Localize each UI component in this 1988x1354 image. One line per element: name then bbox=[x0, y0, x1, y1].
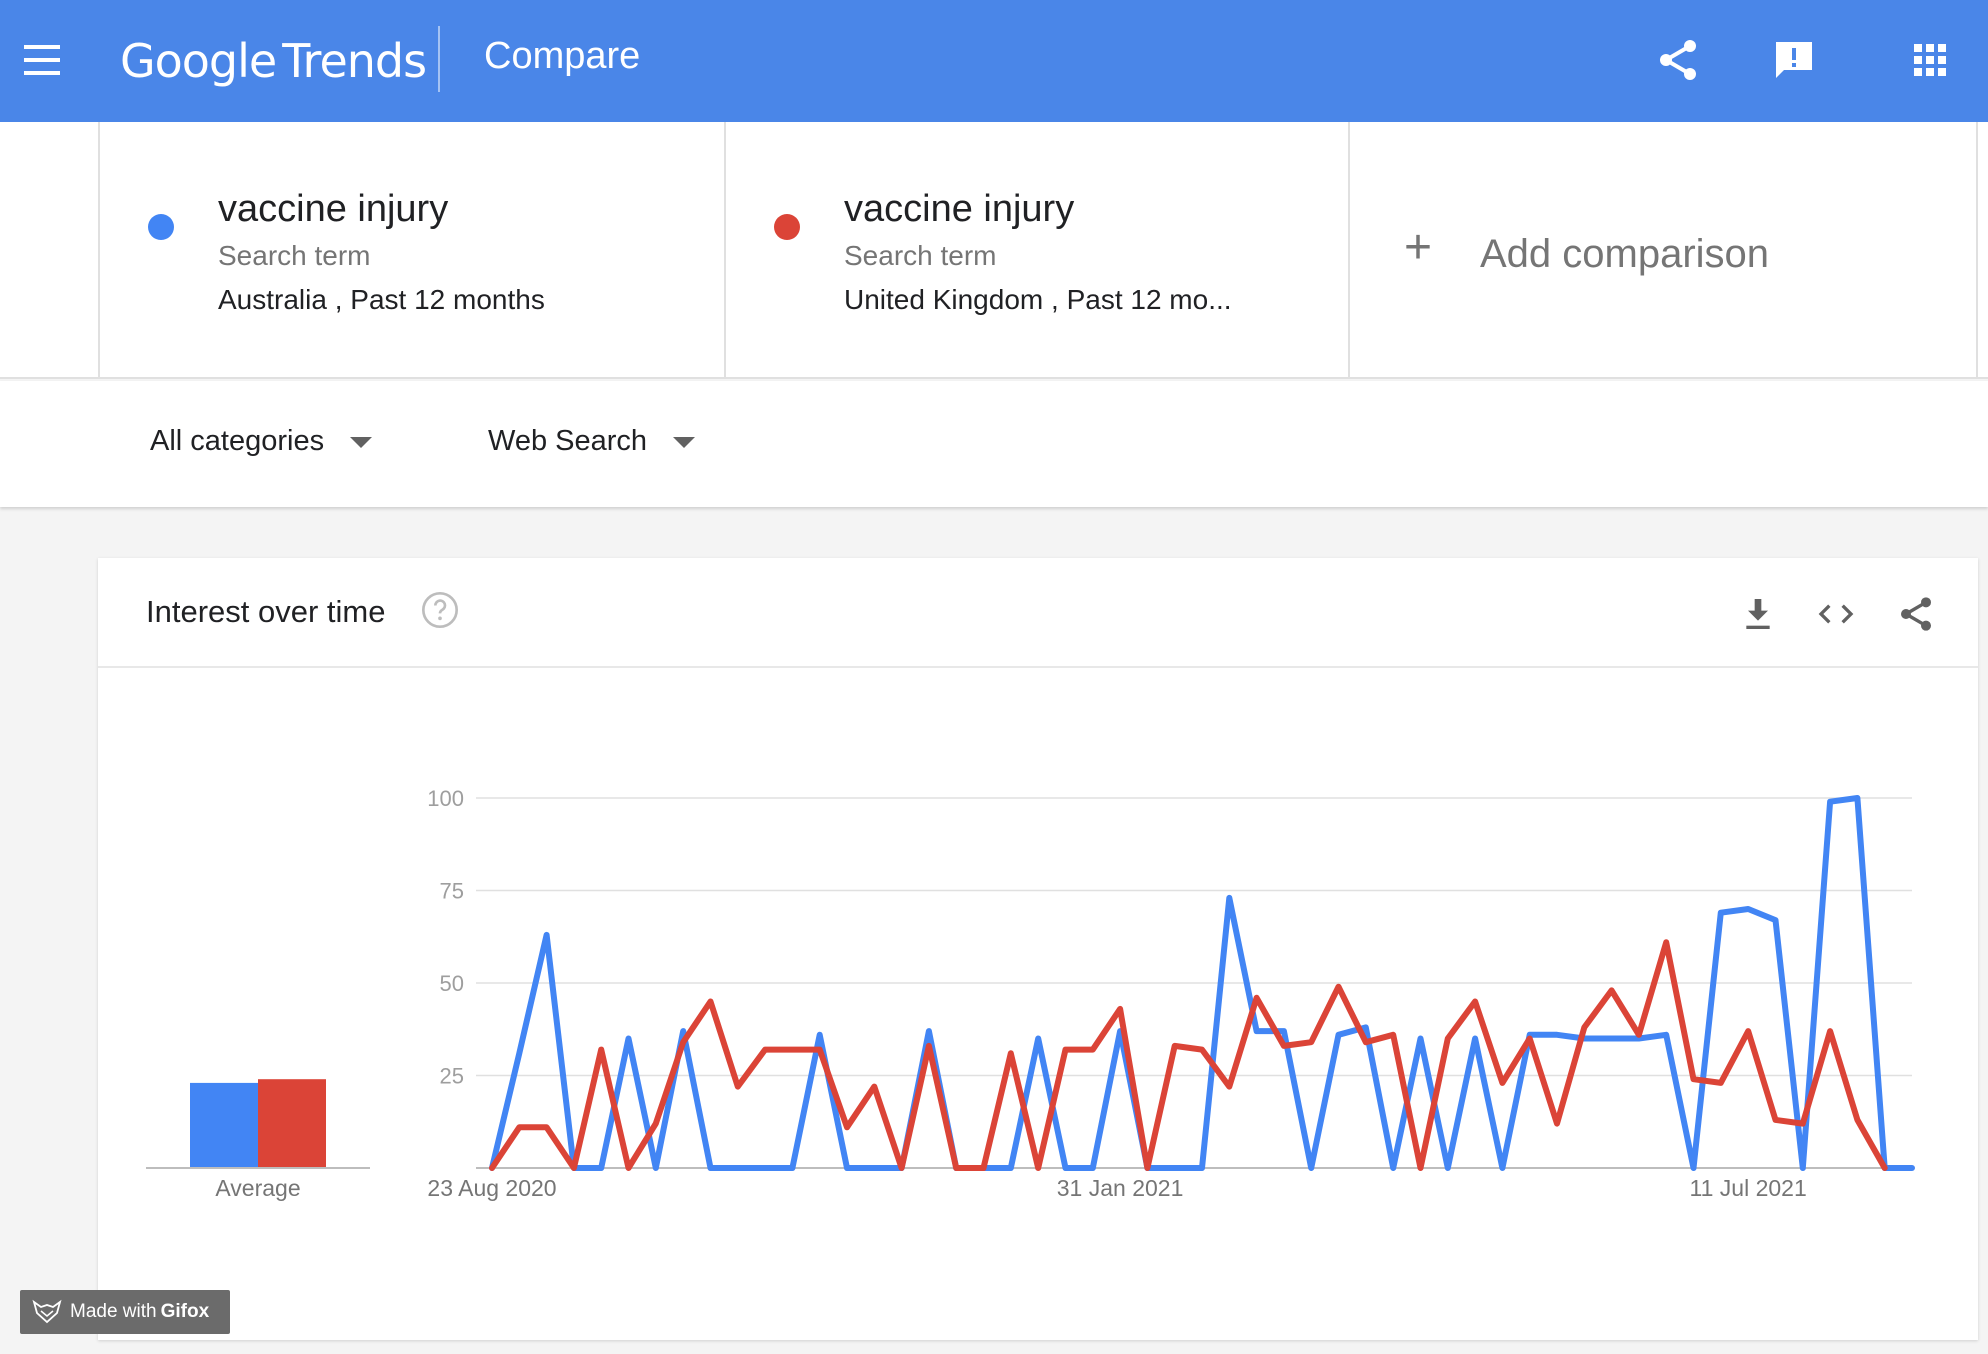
chevron-down-icon bbox=[673, 436, 696, 448]
search-type-label: Web Search bbox=[488, 425, 648, 457]
menu-icon[interactable] bbox=[20, 41, 64, 81]
embed-code-icon[interactable] bbox=[1816, 594, 1856, 634]
logo-google-text: Google bbox=[120, 34, 277, 88]
share-icon[interactable] bbox=[1654, 36, 1702, 84]
search-type-dropdown[interactable]: Web Search bbox=[488, 425, 696, 458]
term-name: vaccine injury bbox=[844, 188, 1075, 230]
watermark-prefix: Made with bbox=[70, 1301, 157, 1322]
logo-trends-text: Trends bbox=[282, 34, 427, 88]
term-card-2[interactable]: vaccine injury Search term United Kingdo… bbox=[724, 122, 1348, 379]
download-icon[interactable] bbox=[1738, 594, 1778, 634]
term-geo-time: Australia , Past 12 months bbox=[218, 284, 545, 315]
comparison-terms-bar: vaccine injury Search term Australia , P… bbox=[0, 122, 1988, 379]
widget-title: Interest over time bbox=[146, 594, 386, 629]
term-type: Search term bbox=[844, 240, 997, 271]
category-dropdown[interactable]: All categories bbox=[150, 425, 373, 458]
gifox-watermark: Made with Gifox bbox=[20, 1290, 230, 1334]
term-name: vaccine injury bbox=[218, 188, 449, 230]
term-card-1[interactable]: vaccine injury Search term Australia , P… bbox=[98, 122, 724, 379]
interest-over-time-widget: Interest over time bbox=[98, 558, 1978, 1340]
apps-grid-icon[interactable] bbox=[1906, 36, 1954, 84]
term-type: Search term bbox=[218, 240, 371, 271]
term-geo-time: United Kingdom , Past 12 mo... bbox=[844, 284, 1232, 315]
plus-icon: + bbox=[1404, 221, 1433, 274]
watermark-brand: Gifox bbox=[160, 1301, 210, 1322]
add-comparison-button[interactable]: + Add comparison bbox=[1348, 122, 1978, 379]
page-title: Compare bbox=[484, 35, 641, 77]
widget-header: Interest over time bbox=[98, 558, 1978, 668]
header-divider bbox=[438, 26, 440, 92]
help-circle-icon[interactable] bbox=[420, 590, 460, 630]
category-label: All categories bbox=[150, 425, 325, 457]
feedback-icon[interactable] bbox=[1770, 36, 1818, 84]
top-app-bar: Google Trends Compare bbox=[0, 0, 1988, 122]
term-color-dot bbox=[148, 214, 174, 240]
share-icon[interactable] bbox=[1896, 594, 1936, 634]
google-trends-logo[interactable]: Google Trends bbox=[120, 34, 427, 88]
chevron-down-icon bbox=[350, 436, 373, 448]
fox-icon bbox=[32, 1299, 62, 1324]
term-color-dot bbox=[774, 214, 800, 240]
add-comparison-label: Add comparison bbox=[1480, 232, 1770, 276]
filters-bar: All categories Web Search bbox=[0, 381, 1988, 507]
